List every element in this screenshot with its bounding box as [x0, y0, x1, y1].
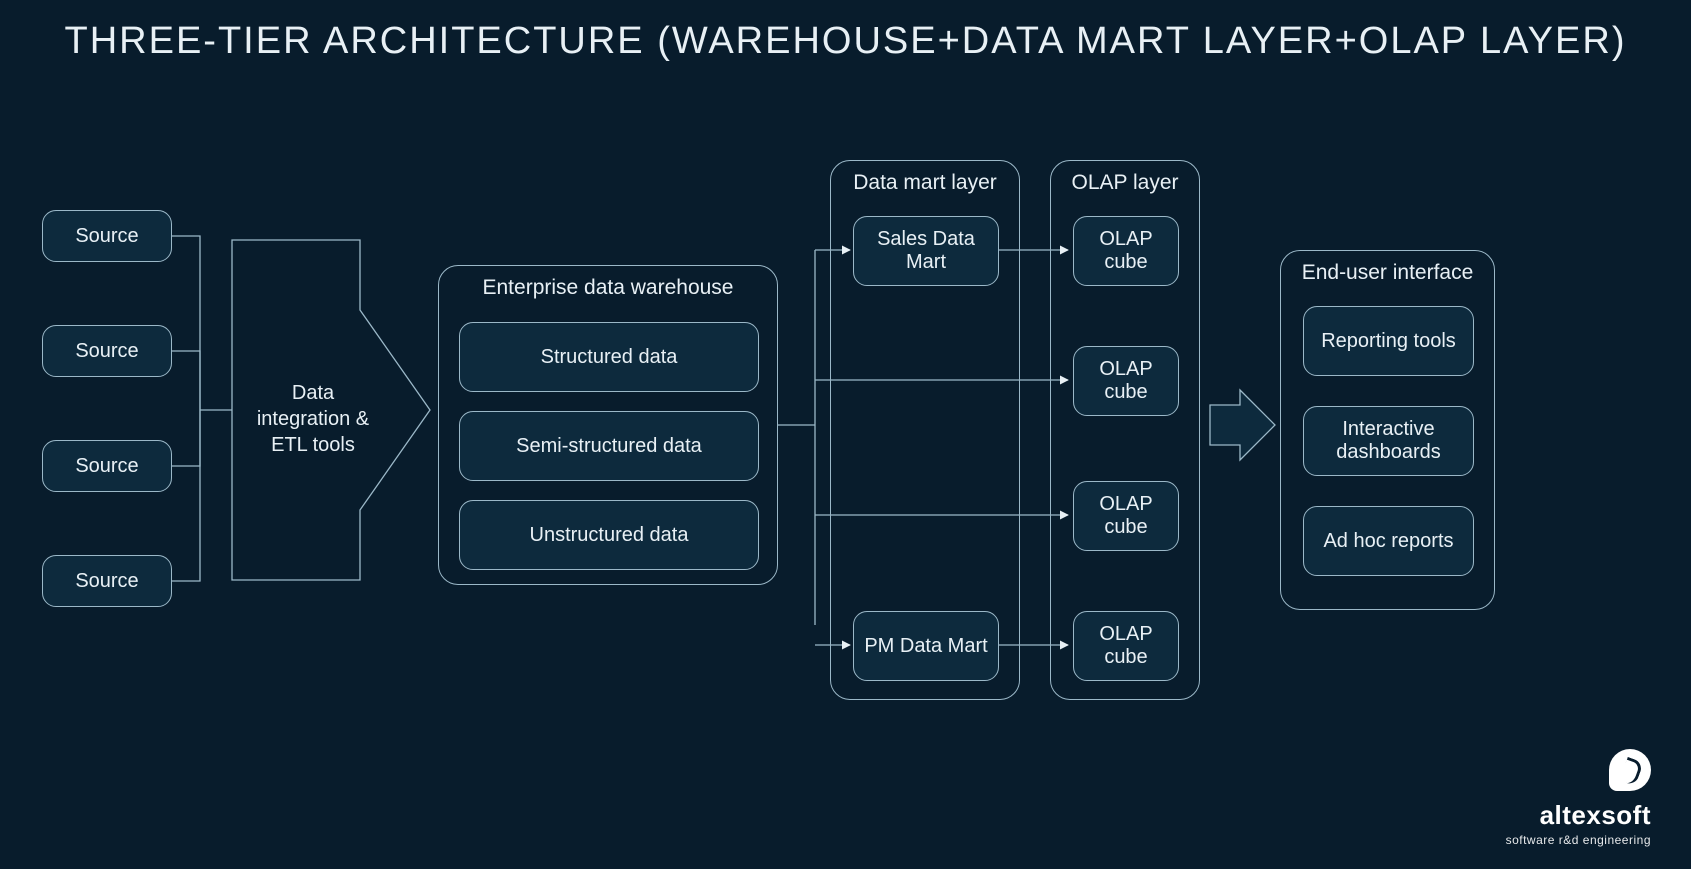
- brand-logo: altexsoft software r&d engineering: [1506, 749, 1651, 849]
- end-user-item: Interactive dashboards: [1303, 406, 1474, 476]
- brand-mark-icon: [1609, 749, 1651, 791]
- end-user-item: Reporting tools: [1303, 306, 1474, 376]
- diagram-title: THREE-TIER ARCHITECTURE (WAREHOUSE+DATA …: [0, 0, 1691, 66]
- warehouse-group: Enterprise data warehouse Structured dat…: [438, 265, 778, 585]
- warehouse-title: Enterprise data warehouse: [439, 276, 777, 300]
- olap-item: OLAP cube: [1073, 481, 1179, 551]
- source-node: Source: [42, 555, 172, 607]
- olap-item: OLAP cube: [1073, 611, 1179, 681]
- olap-item: OLAP cube: [1073, 216, 1179, 286]
- data-mart-title: Data mart layer: [831, 171, 1019, 195]
- data-mart-group: Data mart layer Sales Data Mart PM Data …: [830, 160, 1020, 700]
- etl-label: Data integration & ETL tools: [248, 380, 378, 458]
- warehouse-item: Semi-structured data: [459, 411, 759, 481]
- brand-tagline: software r&d engineering: [1506, 833, 1651, 847]
- data-mart-item: PM Data Mart: [853, 611, 999, 681]
- warehouse-item: Unstructured data: [459, 500, 759, 570]
- brand-name: altexsoft: [1540, 800, 1651, 830]
- end-user-item: Ad hoc reports: [1303, 506, 1474, 576]
- olap-item: OLAP cube: [1073, 346, 1179, 416]
- source-node: Source: [42, 440, 172, 492]
- end-user-title: End-user interface: [1281, 261, 1494, 285]
- diagram-canvas: Source Source Source Source Data integra…: [0, 140, 1691, 740]
- source-node: Source: [42, 210, 172, 262]
- source-node: Source: [42, 325, 172, 377]
- end-user-group: End-user interface Reporting tools Inter…: [1280, 250, 1495, 610]
- data-mart-item: Sales Data Mart: [853, 216, 999, 286]
- olap-group: OLAP layer OLAP cube OLAP cube OLAP cube…: [1050, 160, 1200, 700]
- olap-title: OLAP layer: [1051, 171, 1199, 195]
- warehouse-item: Structured data: [459, 322, 759, 392]
